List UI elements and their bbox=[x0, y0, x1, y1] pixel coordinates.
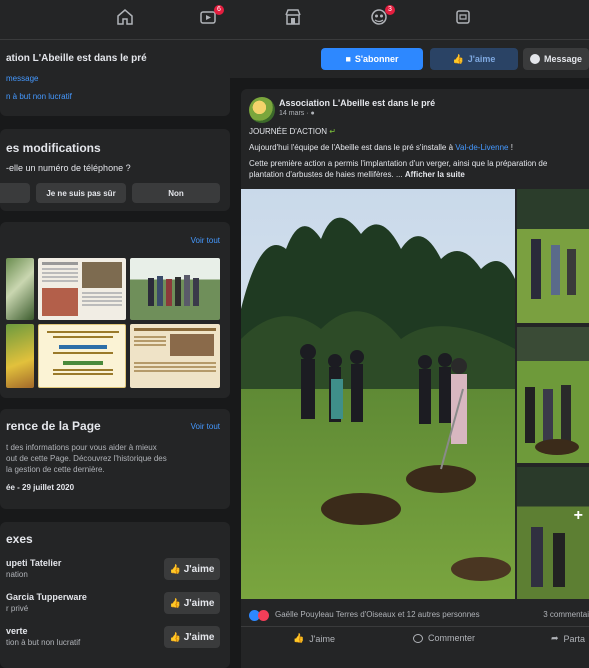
message-label: Message bbox=[543, 54, 583, 64]
see-more-link[interactable]: Afficher la suite bbox=[405, 170, 465, 179]
post-body-line: Aujourd'hui l'équipe de l'Abeille est da… bbox=[249, 143, 513, 152]
related-page-like-button[interactable]: 👍 J'aime bbox=[164, 558, 220, 580]
thumbs-up-icon: 👍 bbox=[452, 53, 464, 64]
post-body-text: Aujourd'hui l'équipe de l'Abeille est da… bbox=[249, 143, 456, 152]
post-body-line: plantation d'arbustes de haies mellifère… bbox=[249, 170, 465, 179]
watch-badge: 6 bbox=[214, 5, 224, 15]
post-side-photo[interactable]: + bbox=[517, 467, 589, 599]
message-button[interactable]: Message bbox=[523, 48, 589, 70]
related-page-like-button[interactable]: 👍 J'aime bbox=[164, 592, 220, 614]
related-page-item[interactable]: Garcia Tupperware r privé 👍 J'aime bbox=[0, 590, 230, 620]
post-body-text: plantation d'arbustes de haies mellifère… bbox=[249, 170, 403, 179]
related-page-name[interactable]: Garcia Tupperware bbox=[6, 592, 87, 602]
post-date-text: 14 mars · bbox=[279, 110, 311, 117]
location-link[interactable]: Val-de-Livenne bbox=[455, 143, 508, 152]
intro-message-link[interactable]: message bbox=[6, 74, 38, 83]
related-page-name[interactable]: upeti Tatelier bbox=[6, 558, 61, 568]
marketplace-icon[interactable] bbox=[281, 8, 305, 32]
related-page-category: tion à but non lucratif bbox=[6, 638, 81, 647]
like-label: J'aime bbox=[183, 597, 215, 609]
photo-thumbnail[interactable] bbox=[130, 324, 220, 388]
subscribe-label: S'abonner bbox=[354, 54, 399, 64]
page-avatar[interactable] bbox=[249, 97, 275, 123]
like-label: J'aime bbox=[183, 631, 215, 643]
thumbs-up-icon: 👍 bbox=[169, 563, 181, 574]
related-page-like-button[interactable]: 👍 J'aime bbox=[164, 626, 220, 648]
page-like-label: J'aime bbox=[467, 54, 496, 64]
home-icon[interactable] bbox=[113, 8, 137, 32]
share-icon: ➦ bbox=[551, 633, 559, 643]
transparency-see-all-link[interactable]: Voir tout bbox=[191, 422, 220, 431]
groups-badge: 3 bbox=[385, 5, 395, 15]
photo-thumbnail[interactable] bbox=[6, 324, 34, 388]
transparency-description: t des informations pour vous aider à mie… bbox=[6, 443, 157, 452]
post-headline-text: JOURNÉE D'ACTION bbox=[249, 127, 327, 136]
post-headline: JOURNÉE D'ACTION ↵ bbox=[249, 127, 336, 136]
left-column: message n à but non lucratif es modifica… bbox=[0, 70, 234, 668]
thumbs-up-icon: 👍 bbox=[169, 597, 181, 608]
post-actions: 👍 J'aime Commenter ➦ Parta bbox=[241, 629, 589, 655]
reactions-bar: Gaëlle Pouyleau Terres d'Oiseaux et 12 a… bbox=[241, 605, 589, 627]
page-transparency-card: rence de la Page Voir tout t des informa… bbox=[0, 409, 230, 509]
thumbs-up-icon: 👍 bbox=[169, 631, 181, 642]
love-reaction-icon[interactable] bbox=[258, 610, 269, 621]
share-label: Parta bbox=[563, 633, 586, 644]
suggest-edits-question: -elle un numéro de téléphone ? bbox=[6, 163, 131, 173]
photos-see-all-link[interactable]: Voir tout bbox=[191, 236, 220, 245]
more-photos-overlay[interactable]: + bbox=[574, 507, 583, 525]
intro-card: message n à but non lucratif bbox=[0, 70, 230, 116]
photos-card: Voir tout bbox=[0, 222, 230, 398]
post-side-photo[interactable] bbox=[517, 189, 589, 323]
page-like-button[interactable]: 👍 J'aime bbox=[430, 48, 518, 70]
answer-yes-button[interactable] bbox=[0, 183, 30, 203]
post-side-photo[interactable] bbox=[517, 327, 589, 463]
related-page-item[interactable]: upeti Tatelier nation 👍 J'aime bbox=[0, 556, 230, 586]
suggest-edits-card: es modifications -elle un numéro de télé… bbox=[0, 129, 230, 211]
photo-thumbnail[interactable] bbox=[6, 258, 34, 320]
photo-thumbnail[interactable] bbox=[38, 324, 126, 388]
watch-icon[interactable]: 6 bbox=[196, 5, 224, 32]
reactions-summary[interactable]: Gaëlle Pouyleau Terres d'Oiseaux et 12 a… bbox=[275, 610, 480, 619]
answer-no-button[interactable]: Non bbox=[132, 183, 220, 203]
post-card: Association L'Abeille est dans le pré 14… bbox=[241, 89, 589, 668]
transparency-title: rence de la Page bbox=[6, 419, 101, 433]
post-body-text: ! bbox=[508, 143, 513, 152]
groups-icon[interactable]: 3 bbox=[367, 5, 395, 32]
post-author[interactable]: Association L'Abeille est dans le pré bbox=[279, 98, 435, 108]
transparency-description: la gestion de cette dernière. bbox=[6, 465, 105, 474]
bell-icon: ■ bbox=[345, 54, 351, 64]
answer-unsure-button[interactable]: Je ne suis pas sûr bbox=[36, 183, 126, 203]
intro-category: n à but non lucratif bbox=[6, 92, 72, 101]
related-page-item[interactable]: verte tion à but non lucratif 👍 J'aime bbox=[0, 624, 230, 654]
post-body-line: Cette première action a permis l'implant… bbox=[249, 159, 548, 168]
photo-thumbnail[interactable] bbox=[38, 258, 126, 320]
post-main-photo[interactable] bbox=[241, 189, 515, 599]
comments-count[interactable]: 3 commentai bbox=[543, 610, 589, 619]
like-label: J'aime bbox=[183, 563, 215, 575]
gaming-icon[interactable] bbox=[451, 8, 475, 32]
page-title: ation L'Abeille est dans le pré bbox=[6, 53, 147, 64]
comment-label: Commenter bbox=[428, 633, 476, 643]
related-pages-card: exes upeti Tatelier nation 👍 J'aime Garc… bbox=[0, 522, 230, 668]
comment-icon bbox=[413, 633, 423, 643]
photo-thumbnail[interactable] bbox=[130, 258, 220, 320]
subscribe-button[interactable]: ■ S'abonner bbox=[321, 48, 423, 70]
related-page-category: r privé bbox=[6, 604, 29, 613]
top-navigation: 6 3 bbox=[0, 0, 589, 40]
post-like-button[interactable]: 👍 J'aime bbox=[293, 633, 335, 644]
sprout-icon: ↵ bbox=[329, 127, 336, 136]
related-page-name[interactable]: verte bbox=[6, 626, 28, 636]
transparency-description: out de cette Page. Découvrez l'historiqu… bbox=[6, 454, 167, 463]
comment-button[interactable]: Commenter bbox=[413, 633, 475, 643]
post-like-label: J'aime bbox=[309, 633, 335, 644]
suggest-edits-title: es modifications bbox=[6, 141, 101, 155]
share-button[interactable]: ➦ Parta bbox=[551, 633, 585, 644]
globe-icon: ● bbox=[310, 110, 315, 117]
related-pages-title: exes bbox=[6, 532, 33, 546]
messenger-icon bbox=[529, 54, 540, 64]
post-date[interactable]: 14 mars · ● bbox=[279, 110, 315, 117]
page-creation-date: ée - 29 juillet 2020 bbox=[6, 483, 75, 492]
thumbs-up-icon: 👍 bbox=[293, 633, 305, 643]
related-page-category: nation bbox=[6, 570, 28, 579]
